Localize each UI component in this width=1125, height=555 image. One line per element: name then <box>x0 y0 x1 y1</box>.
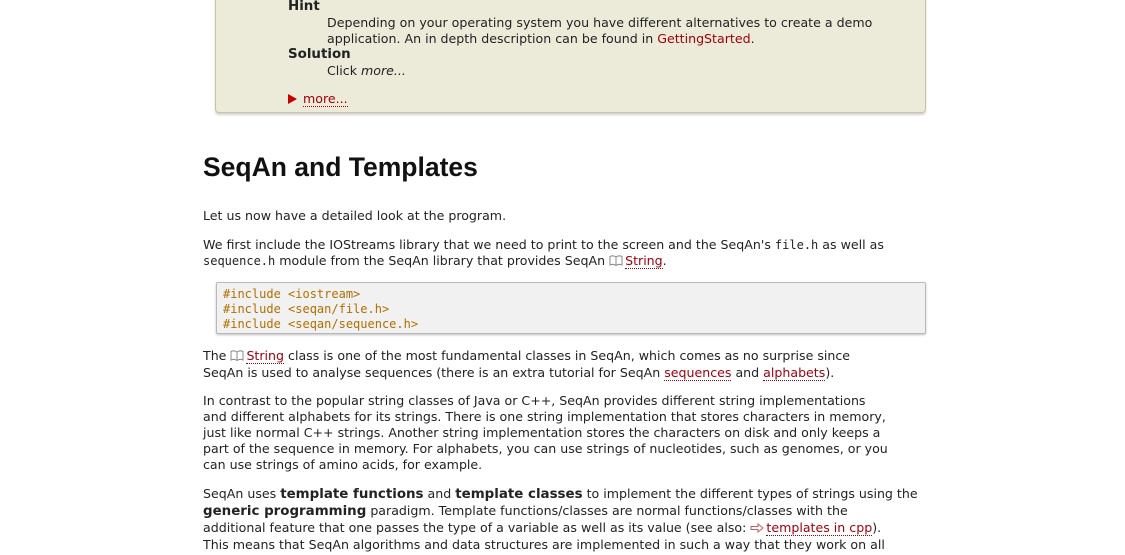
string-class-paragraph: The String class is one of the most fund… <box>203 348 943 381</box>
p4-line: part of the sequence in memory. For alph… <box>203 441 888 456</box>
p4-line: In contrast to the popular string classe… <box>203 393 866 408</box>
book-icon <box>230 349 244 365</box>
task-box: Hint Depending on your operating system … <box>215 0 926 113</box>
hint-text-line2: application. An in depth description can… <box>327 31 658 46</box>
generic-programming-bold: generic programming <box>203 504 367 519</box>
p2-text4: . <box>662 253 667 268</box>
p3-text2: class is one of the most fundamental cla… <box>284 348 851 363</box>
getting-started-link[interactable]: GettingStarted <box>657 31 750 46</box>
p3-text1: The <box>203 348 231 363</box>
alphabets-link[interactable]: alphabets <box>763 365 826 381</box>
intro-paragraph: Let us now have a detailed look at the p… <box>203 208 507 223</box>
p5-text4: paradigm. Template functions/classes are… <box>366 503 848 518</box>
p3-text3: SeqAn is used to analyse sequences (ther… <box>203 365 665 380</box>
string-link[interactable]: String <box>609 253 663 270</box>
p5-text1: SeqAn uses <box>203 486 281 501</box>
code-line: #include <seqan/file.h> <box>223 302 390 316</box>
sequence-h-code: sequence.h <box>203 254 276 268</box>
string-link-label[interactable]: String <box>625 253 663 269</box>
string-class-link[interactable]: String <box>230 348 285 365</box>
p4-line: and different alphabets for its strings.… <box>203 409 886 424</box>
include-paragraph: We first include the IOStreams library t… <box>203 237 943 270</box>
page-title: SeqAn and Templates <box>203 152 478 182</box>
p5-text5: additional feature that one passes the t… <box>203 520 751 535</box>
p5-text7: This means that SeqAn algorithms and dat… <box>203 537 885 552</box>
file-h-code: file.h <box>774 238 819 252</box>
templates-in-cpp-link[interactable]: templates in cpp <box>750 520 873 537</box>
p2-text1: We first include the IOStreams library t… <box>203 237 775 252</box>
expand-triangle-icon[interactable] <box>288 94 297 104</box>
p5-text2: and <box>423 486 456 501</box>
template-classes-bold: template classes <box>455 487 583 502</box>
hint-label: Hint <box>288 0 320 14</box>
code-block: #include <iostream> #include <seqan/file… <box>216 282 926 334</box>
solution-more: more... <box>361 63 406 78</box>
more-link[interactable]: more... <box>303 91 348 107</box>
code-line: #include <seqan/sequence.h> <box>223 317 419 331</box>
solution-text: Click more... <box>327 63 917 79</box>
p2-text2: as well as <box>818 237 884 252</box>
string-class-link-label[interactable]: String <box>246 348 285 364</box>
p4-line: just like normal C++ strings. Another st… <box>203 425 881 440</box>
p4-line: can use strings of amino acids, for exam… <box>203 457 483 472</box>
templates-in-cpp-label[interactable]: templates in cpp <box>766 520 873 536</box>
p5-text6: ). <box>872 520 882 535</box>
template-functions-bold: template functions <box>280 487 424 502</box>
hint-text-line1: Depending on your operating system you h… <box>327 15 873 30</box>
p2-text3: module from the SeqAn library that provi… <box>275 253 610 268</box>
templates-paragraph: SeqAn uses template functions and templa… <box>203 486 943 553</box>
hint-text-end: . <box>750 31 755 46</box>
contrast-paragraph: In contrast to the popular string classe… <box>203 393 943 473</box>
book-icon <box>609 254 623 270</box>
p3-text5: ). <box>825 365 835 380</box>
external-arrow-icon <box>750 521 765 537</box>
p5-text3: to implement the different types of stri… <box>582 486 918 501</box>
solution-pre: Click <box>327 63 362 78</box>
solution-label: Solution <box>288 47 351 62</box>
code-line: #include <iostream> <box>223 287 361 301</box>
p3-text4: and <box>731 365 764 380</box>
hint-text: Depending on your operating system you h… <box>327 15 917 47</box>
more-toggle[interactable]: more... <box>288 91 348 107</box>
sequences-link[interactable]: sequences <box>664 365 732 381</box>
